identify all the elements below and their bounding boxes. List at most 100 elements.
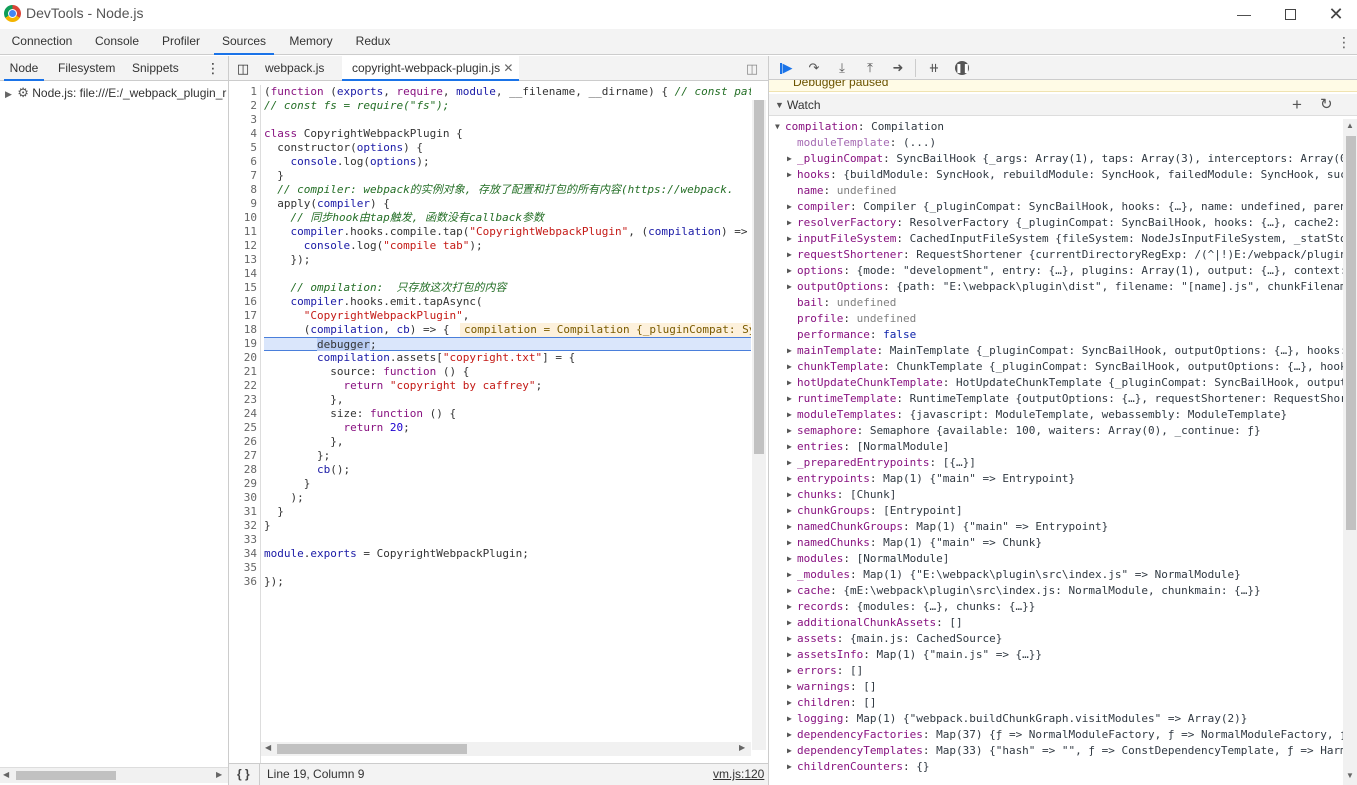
tab-webpack-js[interactable]: webpack.js	[265, 56, 324, 81]
expand-triangle-icon[interactable]: ▶	[5, 89, 12, 99]
expand-triangle-icon[interactable]: ▶	[787, 343, 792, 359]
collapse-triangle-icon[interactable]: ▼	[775, 94, 784, 116]
expanded-triangle-icon[interactable]: ▼	[775, 119, 780, 135]
line-number[interactable]: 31	[229, 505, 260, 519]
expand-triangle-icon[interactable]: ▶	[787, 375, 792, 391]
code-line[interactable]: console.log(options);	[264, 155, 751, 169]
code-line[interactable]	[264, 533, 751, 547]
navigator-more-icon[interactable]: ⋮	[206, 56, 220, 81]
maximize-icon[interactable]	[1267, 0, 1313, 28]
more-menu-icon[interactable]: ⋮	[1336, 33, 1352, 51]
code-line[interactable]: (compilation, cb) => {compilation = Comp…	[264, 323, 751, 337]
watch-property-row[interactable]: ▶ modules: [NormalModule]	[769, 551, 1343, 567]
watch-property-row[interactable]: ▶ resolverFactory: ResolverFactory {_plug…	[769, 215, 1343, 231]
line-number[interactable]: 14	[229, 267, 260, 281]
code-line[interactable]: }	[264, 169, 751, 183]
line-number[interactable]: 20	[229, 351, 260, 365]
editor-vertical-scroll-thumb[interactable]	[754, 100, 764, 454]
code-line[interactable]: );	[264, 491, 751, 505]
watch-property-row[interactable]: ▶ chunkGroups: [Entrypoint]	[769, 503, 1343, 519]
expand-triangle-icon[interactable]: ▶	[787, 759, 792, 775]
toggle-debugger-icon[interactable]: ◫	[743, 56, 761, 81]
code-line[interactable]: module.exports = CopyrightWebpackPlugin;	[264, 547, 751, 561]
watch-property-row[interactable]: ▶ entries: [NormalModule]	[769, 439, 1343, 455]
expand-triangle-icon[interactable]: ▶	[787, 743, 792, 759]
tab-snippets[interactable]: Snippets	[132, 56, 179, 81]
expand-triangle-icon[interactable]: ▶	[787, 455, 792, 471]
expand-triangle-icon[interactable]: ▶	[787, 247, 792, 263]
code-line[interactable]: };	[264, 449, 751, 463]
watch-property-row[interactable]: ▶ entrypoints: Map(1) {"main" => Entrypoi…	[769, 471, 1343, 487]
tab-filesystem[interactable]: Filesystem	[58, 56, 115, 81]
expand-triangle-icon[interactable]: ▶	[787, 487, 792, 503]
expand-triangle-icon[interactable]: ▶	[787, 391, 792, 407]
watch-property-row[interactable]: ▶ namedChunkGroups: Map(1) {"main" => Ent…	[769, 519, 1343, 535]
expand-triangle-icon[interactable]: ▶	[787, 231, 792, 247]
watch-property-row[interactable]: ▶ hooks: {buildModule: SyncHook, rebuildM…	[769, 167, 1343, 183]
code-line[interactable]: (function (exports, require, module, __f…	[264, 85, 751, 99]
line-number[interactable]: 17	[229, 309, 260, 323]
editor-horizontal-scroll-thumb[interactable]	[277, 744, 467, 754]
tab-connection[interactable]: Connection	[5, 29, 79, 55]
expand-triangle-icon[interactable]: ▶	[787, 503, 792, 519]
resume-icon[interactable]: ▶	[775, 58, 797, 78]
code-line[interactable]: // ompilation: 只存放这次打包的内容	[264, 281, 751, 295]
watch-property-row[interactable]: ▶ requestShortener: RequestShortener {cur…	[769, 247, 1343, 263]
pretty-print-icon[interactable]: { }	[237, 764, 250, 785]
watch-property-row[interactable]: ▶ assets: {main.js: CachedSource}	[769, 631, 1343, 647]
code-line[interactable]: return "copyright by caffrey";	[264, 379, 751, 393]
line-number[interactable]: 7	[229, 169, 260, 183]
line-number[interactable]: 24	[229, 407, 260, 421]
watch-item-compilation[interactable]: ▼ compilation: Compilation	[769, 119, 1343, 135]
watch-property-row[interactable]: performance: false	[769, 327, 1343, 343]
watch-property-row[interactable]: ▶ cache: {mE:\webpack\plugin\src\index.js…	[769, 583, 1343, 599]
code-line[interactable]: source: function () {	[264, 365, 751, 379]
expand-triangle-icon[interactable]: ▶	[787, 167, 792, 183]
watch-property-row[interactable]: ▶ _modules: Map(1) {"E:\webpack\plugin\sr…	[769, 567, 1343, 583]
line-number[interactable]: 21	[229, 365, 260, 379]
step-icon[interactable]: ➜	[887, 58, 909, 78]
code-line[interactable]: compiler.hooks.compile.tap("CopyrightWeb…	[264, 225, 751, 239]
line-number[interactable]: 32	[229, 519, 260, 533]
tab-redux[interactable]: Redux	[348, 29, 398, 55]
watch-property-row[interactable]: ▶ dependencyTemplates: Map(33) {"hash" =>…	[769, 743, 1343, 759]
source-location-link[interactable]: vm.js:120	[713, 764, 764, 785]
expand-triangle-icon[interactable]: ▶	[787, 695, 792, 711]
line-number[interactable]: 26	[229, 435, 260, 449]
expand-triangle-icon[interactable]: ▶	[787, 519, 792, 535]
add-watch-icon[interactable]: +	[1292, 94, 1302, 116]
expand-triangle-icon[interactable]: ▶	[787, 263, 792, 279]
code-line[interactable]: },	[264, 435, 751, 449]
line-number[interactable]: 23	[229, 393, 260, 407]
line-number[interactable]: 29	[229, 477, 260, 491]
expand-triangle-icon[interactable]: ▶	[787, 663, 792, 679]
expand-triangle-icon[interactable]: ▶	[787, 647, 792, 663]
watch-property-row[interactable]: ▶ runtimeTemplate: RuntimeTemplate {outpu…	[769, 391, 1343, 407]
code-line[interactable]: }	[264, 477, 751, 491]
expand-triangle-icon[interactable]: ▶	[787, 215, 792, 231]
code-line[interactable]	[264, 267, 751, 281]
code-line[interactable]: class CopyrightWebpackPlugin {	[264, 127, 751, 141]
watch-section-header[interactable]: ▼ Watch + ↻	[769, 94, 1357, 116]
expand-triangle-icon[interactable]: ▶	[787, 551, 792, 567]
watch-property-row[interactable]: ▶ assetsInfo: Map(1) {"main.js" => {…}}	[769, 647, 1343, 663]
navigator-horizontal-scrollbar[interactable]: ◀ ▶	[0, 767, 228, 783]
line-number[interactable]: 6	[229, 155, 260, 169]
close-tab-icon[interactable]: ✕	[503, 61, 513, 75]
line-number[interactable]: 10	[229, 211, 260, 225]
line-number[interactable]: 9	[229, 197, 260, 211]
line-number[interactable]: 22	[229, 379, 260, 393]
code-line[interactable]: },	[264, 393, 751, 407]
expand-triangle-icon[interactable]: ▶	[787, 471, 792, 487]
code-line[interactable]	[264, 113, 751, 127]
step-out-icon[interactable]: ⤒	[859, 58, 881, 78]
code-line[interactable]: size: function () {	[264, 407, 751, 421]
expand-triangle-icon[interactable]: ▶	[787, 631, 792, 647]
line-number[interactable]: 36	[229, 575, 260, 589]
expand-triangle-icon[interactable]: ▶	[787, 279, 792, 295]
tab-node[interactable]: Node	[4, 56, 44, 81]
tree-item-node-js[interactable]: ▶ ⚙ Node.js: file:///E:/_webpack_plugin_…	[0, 83, 228, 103]
code-line[interactable]: apply(compiler) {	[264, 197, 751, 211]
watch-property-row[interactable]: ▶ options: {mode: "development", entry: {…	[769, 263, 1343, 279]
debugger-keyword[interactable]: debugger	[316, 338, 370, 351]
